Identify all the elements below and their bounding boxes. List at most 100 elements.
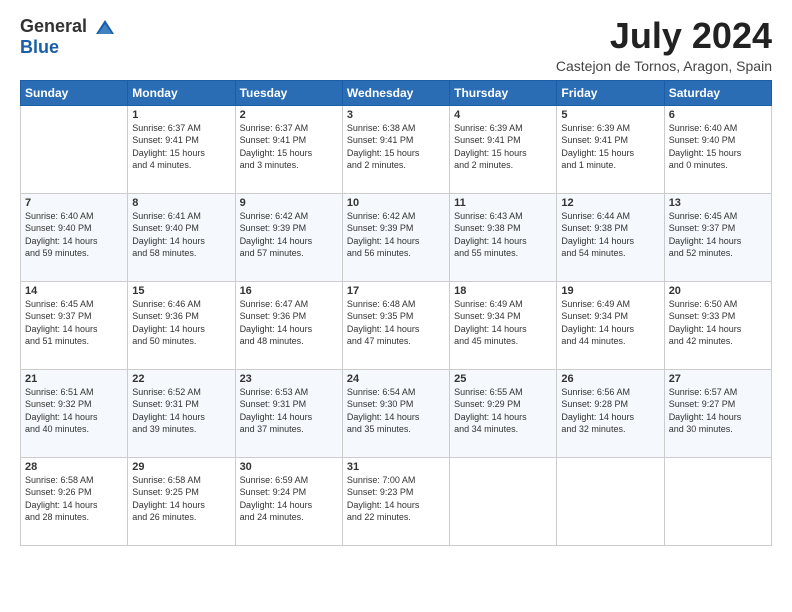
- day-number: 8: [132, 197, 230, 209]
- title-block: July 2024 Castejon de Tornos, Aragon, Sp…: [556, 16, 772, 74]
- day-number: 23: [240, 373, 338, 385]
- calendar-cell: 8Sunrise: 6:41 AMSunset: 9:40 PMDaylight…: [128, 193, 235, 281]
- day-info: Sunrise: 7:00 AMSunset: 9:23 PMDaylight:…: [347, 474, 445, 524]
- day-info: Sunrise: 6:45 AMSunset: 9:37 PMDaylight:…: [25, 298, 123, 348]
- day-info: Sunrise: 6:37 AMSunset: 9:41 PMDaylight:…: [132, 122, 230, 172]
- calendar-cell: [450, 457, 557, 545]
- logo-icon: [94, 16, 116, 38]
- day-info: Sunrise: 6:49 AMSunset: 9:34 PMDaylight:…: [454, 298, 552, 348]
- calendar-table: Sunday Monday Tuesday Wednesday Thursday…: [20, 80, 772, 546]
- day-number: 5: [561, 109, 659, 121]
- logo-blue: Blue: [20, 37, 59, 57]
- week-row-5: 28Sunrise: 6:58 AMSunset: 9:26 PMDayligh…: [21, 457, 772, 545]
- calendar-cell: 26Sunrise: 6:56 AMSunset: 9:28 PMDayligh…: [557, 369, 664, 457]
- day-number: 11: [454, 197, 552, 209]
- col-monday: Monday: [128, 80, 235, 105]
- calendar-cell: [664, 457, 771, 545]
- week-row-2: 7Sunrise: 6:40 AMSunset: 9:40 PMDaylight…: [21, 193, 772, 281]
- day-number: 6: [669, 109, 767, 121]
- day-info: Sunrise: 6:54 AMSunset: 9:30 PMDaylight:…: [347, 386, 445, 436]
- col-tuesday: Tuesday: [235, 80, 342, 105]
- week-row-3: 14Sunrise: 6:45 AMSunset: 9:37 PMDayligh…: [21, 281, 772, 369]
- calendar-cell: 4Sunrise: 6:39 AMSunset: 9:41 PMDaylight…: [450, 105, 557, 193]
- day-number: 7: [25, 197, 123, 209]
- day-number: 29: [132, 461, 230, 473]
- calendar-cell: 19Sunrise: 6:49 AMSunset: 9:34 PMDayligh…: [557, 281, 664, 369]
- calendar-cell: 9Sunrise: 6:42 AMSunset: 9:39 PMDaylight…: [235, 193, 342, 281]
- day-number: 21: [25, 373, 123, 385]
- col-sunday: Sunday: [21, 80, 128, 105]
- col-thursday: Thursday: [450, 80, 557, 105]
- day-number: 19: [561, 285, 659, 297]
- day-number: 16: [240, 285, 338, 297]
- day-number: 12: [561, 197, 659, 209]
- calendar-cell: 15Sunrise: 6:46 AMSunset: 9:36 PMDayligh…: [128, 281, 235, 369]
- calendar-cell: 22Sunrise: 6:52 AMSunset: 9:31 PMDayligh…: [128, 369, 235, 457]
- day-info: Sunrise: 6:45 AMSunset: 9:37 PMDaylight:…: [669, 210, 767, 260]
- calendar-cell: [557, 457, 664, 545]
- calendar-cell: 5Sunrise: 6:39 AMSunset: 9:41 PMDaylight…: [557, 105, 664, 193]
- header: General Blue July 2024 Castejon de Torno…: [20, 16, 772, 74]
- calendar-cell: 31Sunrise: 7:00 AMSunset: 9:23 PMDayligh…: [342, 457, 449, 545]
- calendar-cell: 18Sunrise: 6:49 AMSunset: 9:34 PMDayligh…: [450, 281, 557, 369]
- calendar-cell: 11Sunrise: 6:43 AMSunset: 9:38 PMDayligh…: [450, 193, 557, 281]
- calendar-cell: 29Sunrise: 6:58 AMSunset: 9:25 PMDayligh…: [128, 457, 235, 545]
- day-number: 10: [347, 197, 445, 209]
- day-number: 26: [561, 373, 659, 385]
- day-number: 27: [669, 373, 767, 385]
- calendar-cell: 16Sunrise: 6:47 AMSunset: 9:36 PMDayligh…: [235, 281, 342, 369]
- day-info: Sunrise: 6:42 AMSunset: 9:39 PMDaylight:…: [347, 210, 445, 260]
- day-info: Sunrise: 6:52 AMSunset: 9:31 PMDaylight:…: [132, 386, 230, 436]
- day-number: 18: [454, 285, 552, 297]
- day-info: Sunrise: 6:56 AMSunset: 9:28 PMDaylight:…: [561, 386, 659, 436]
- calendar-cell: 20Sunrise: 6:50 AMSunset: 9:33 PMDayligh…: [664, 281, 771, 369]
- month-title: July 2024: [556, 16, 772, 56]
- day-number: 20: [669, 285, 767, 297]
- day-info: Sunrise: 6:38 AMSunset: 9:41 PMDaylight:…: [347, 122, 445, 172]
- day-number: 22: [132, 373, 230, 385]
- day-info: Sunrise: 6:43 AMSunset: 9:38 PMDaylight:…: [454, 210, 552, 260]
- calendar-cell: 7Sunrise: 6:40 AMSunset: 9:40 PMDaylight…: [21, 193, 128, 281]
- calendar-cell: 3Sunrise: 6:38 AMSunset: 9:41 PMDaylight…: [342, 105, 449, 193]
- day-number: 13: [669, 197, 767, 209]
- day-info: Sunrise: 6:47 AMSunset: 9:36 PMDaylight:…: [240, 298, 338, 348]
- day-info: Sunrise: 6:40 AMSunset: 9:40 PMDaylight:…: [669, 122, 767, 172]
- col-wednesday: Wednesday: [342, 80, 449, 105]
- calendar-cell: 17Sunrise: 6:48 AMSunset: 9:35 PMDayligh…: [342, 281, 449, 369]
- day-info: Sunrise: 6:44 AMSunset: 9:38 PMDaylight:…: [561, 210, 659, 260]
- day-info: Sunrise: 6:49 AMSunset: 9:34 PMDaylight:…: [561, 298, 659, 348]
- page: General Blue July 2024 Castejon de Torno…: [0, 0, 792, 612]
- day-number: 30: [240, 461, 338, 473]
- calendar-cell: 13Sunrise: 6:45 AMSunset: 9:37 PMDayligh…: [664, 193, 771, 281]
- col-friday: Friday: [557, 80, 664, 105]
- day-info: Sunrise: 6:51 AMSunset: 9:32 PMDaylight:…: [25, 386, 123, 436]
- calendar-cell: 30Sunrise: 6:59 AMSunset: 9:24 PMDayligh…: [235, 457, 342, 545]
- day-number: 14: [25, 285, 123, 297]
- day-info: Sunrise: 6:42 AMSunset: 9:39 PMDaylight:…: [240, 210, 338, 260]
- day-number: 15: [132, 285, 230, 297]
- day-info: Sunrise: 6:57 AMSunset: 9:27 PMDaylight:…: [669, 386, 767, 436]
- day-info: Sunrise: 6:39 AMSunset: 9:41 PMDaylight:…: [561, 122, 659, 172]
- week-row-4: 21Sunrise: 6:51 AMSunset: 9:32 PMDayligh…: [21, 369, 772, 457]
- day-info: Sunrise: 6:48 AMSunset: 9:35 PMDaylight:…: [347, 298, 445, 348]
- day-number: 28: [25, 461, 123, 473]
- day-info: Sunrise: 6:58 AMSunset: 9:26 PMDaylight:…: [25, 474, 123, 524]
- day-info: Sunrise: 6:50 AMSunset: 9:33 PMDaylight:…: [669, 298, 767, 348]
- header-row: Sunday Monday Tuesday Wednesday Thursday…: [21, 80, 772, 105]
- logo: General Blue: [20, 16, 116, 58]
- calendar-cell: 27Sunrise: 6:57 AMSunset: 9:27 PMDayligh…: [664, 369, 771, 457]
- day-info: Sunrise: 6:55 AMSunset: 9:29 PMDaylight:…: [454, 386, 552, 436]
- day-number: 9: [240, 197, 338, 209]
- day-info: Sunrise: 6:37 AMSunset: 9:41 PMDaylight:…: [240, 122, 338, 172]
- col-saturday: Saturday: [664, 80, 771, 105]
- week-row-1: 1Sunrise: 6:37 AMSunset: 9:41 PMDaylight…: [21, 105, 772, 193]
- day-info: Sunrise: 6:58 AMSunset: 9:25 PMDaylight:…: [132, 474, 230, 524]
- day-number: 24: [347, 373, 445, 385]
- day-number: 25: [454, 373, 552, 385]
- calendar-cell: 14Sunrise: 6:45 AMSunset: 9:37 PMDayligh…: [21, 281, 128, 369]
- day-info: Sunrise: 6:53 AMSunset: 9:31 PMDaylight:…: [240, 386, 338, 436]
- day-info: Sunrise: 6:46 AMSunset: 9:36 PMDaylight:…: [132, 298, 230, 348]
- day-number: 31: [347, 461, 445, 473]
- day-number: 4: [454, 109, 552, 121]
- day-info: Sunrise: 6:40 AMSunset: 9:40 PMDaylight:…: [25, 210, 123, 260]
